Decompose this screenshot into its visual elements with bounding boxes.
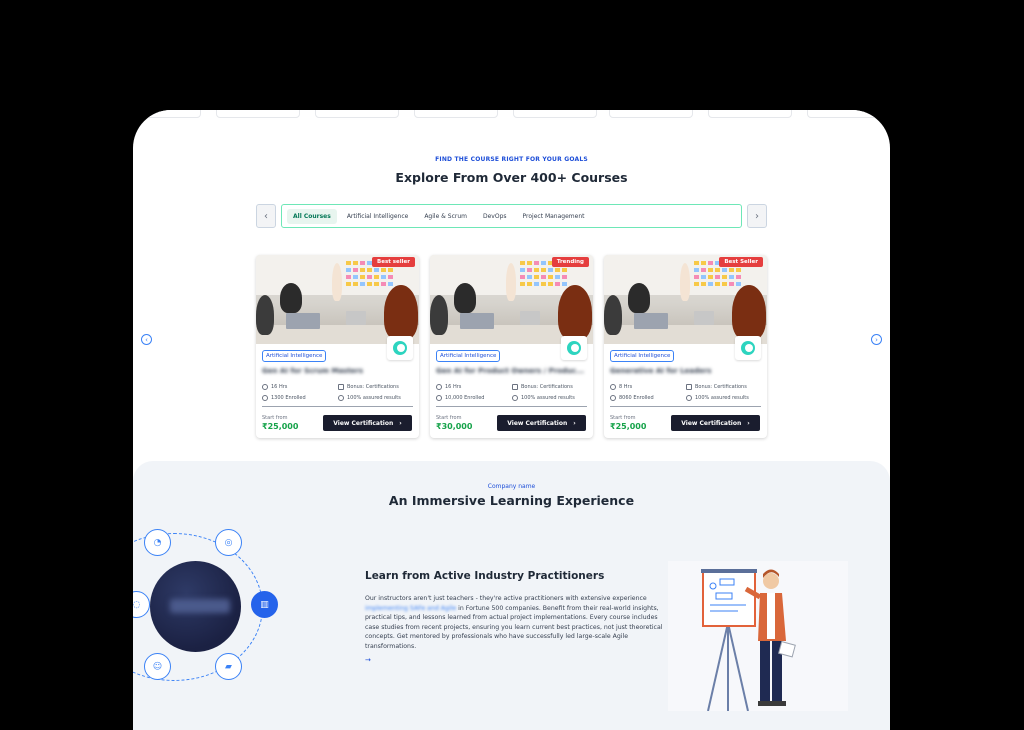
course-image xyxy=(430,255,593,344)
tab-devops[interactable]: DevOps xyxy=(477,209,513,224)
bonus: Bonus: Certifications xyxy=(686,384,747,390)
status-badge: Best Seller xyxy=(719,257,763,267)
top-tab[interactable] xyxy=(708,110,792,118)
feature-description: Our instructors aren't just teachers - t… xyxy=(365,595,663,651)
duration: 8 Hrs xyxy=(610,384,632,390)
divider xyxy=(610,406,761,407)
video-hub[interactable] xyxy=(150,561,241,652)
check-circle-icon xyxy=(338,395,344,401)
category-tag[interactable]: Artificial Intelligence xyxy=(610,350,675,362)
top-tab[interactable] xyxy=(807,110,890,118)
immersive-learning-section: Company name An Immersive Learning Exper… xyxy=(133,461,890,730)
clock-icon xyxy=(610,384,616,390)
users-icon xyxy=(436,395,442,401)
check-circle-icon xyxy=(512,395,518,401)
users-icon xyxy=(610,395,616,401)
provider-logo xyxy=(735,336,761,360)
provider-logo xyxy=(561,336,587,360)
status-badge: Trending xyxy=(551,257,589,267)
course-image xyxy=(256,255,419,344)
section-eyebrow: Company name xyxy=(487,483,536,490)
course-tab-bar: All Courses Artificial Intelligence Agil… xyxy=(281,204,742,228)
chevron-right-icon: › xyxy=(747,419,750,427)
course-card[interactable]: Best Seller Artificial Intelligence Gene… xyxy=(604,255,767,438)
price: ₹25,000 xyxy=(262,422,299,431)
chevron-right-icon: › xyxy=(755,210,759,222)
top-tab-strip xyxy=(133,110,890,120)
course-title[interactable]: Gen AI for Scrum Masters xyxy=(262,367,363,375)
carousel-next-button[interactable]: › xyxy=(871,334,882,345)
top-tab[interactable] xyxy=(216,110,300,118)
price: ₹25,000 xyxy=(610,422,647,431)
view-certification-button[interactable]: View Certification › xyxy=(497,415,586,431)
tab-all-courses[interactable]: All Courses xyxy=(287,208,337,224)
enrolled: 8060 Enrolled xyxy=(610,395,654,401)
clock-icon xyxy=(436,384,442,390)
view-certification-button[interactable]: View Certification › xyxy=(323,415,412,431)
presenter-illustration xyxy=(668,561,848,711)
chevron-right-icon: › xyxy=(573,419,576,427)
tabs-prev-button[interactable]: ‹ xyxy=(256,204,276,228)
bonus: Bonus: Certifications xyxy=(512,384,573,390)
users-icon xyxy=(262,395,268,401)
calendar-icon xyxy=(338,384,344,390)
assured: 100% assured results xyxy=(686,395,749,401)
clock-icon xyxy=(262,384,268,390)
top-tab[interactable] xyxy=(315,110,399,118)
assured: 100% assured results xyxy=(512,395,575,401)
status-badge: Best seller xyxy=(372,257,415,267)
building-icon[interactable]: ▥ xyxy=(251,591,278,618)
top-tab[interactable] xyxy=(133,110,201,118)
tab-artificial-intelligence[interactable]: Artificial Intelligence xyxy=(341,209,415,224)
divider xyxy=(262,406,413,407)
target-icon[interactable]: ◎ xyxy=(215,529,242,556)
top-tab[interactable] xyxy=(513,110,597,118)
category-tag[interactable]: Artificial Intelligence xyxy=(436,350,501,362)
calendar-icon xyxy=(512,384,518,390)
support-icon[interactable]: ☺ xyxy=(144,653,171,680)
course-title[interactable]: Generative AI for Leaders xyxy=(610,367,711,375)
book-icon[interactable]: ▰ xyxy=(215,653,242,680)
start-from-label: Start from xyxy=(610,415,636,421)
feature-title: Learn from Active Industry Practitioners xyxy=(365,570,605,582)
section-title: An Immersive Learning Experience xyxy=(388,493,635,508)
course-card[interactable]: Best seller Artificial Intelligence Gen … xyxy=(256,255,419,438)
duration: 16 Hrs xyxy=(262,384,287,390)
divider xyxy=(436,406,587,407)
start-from-label: Start from xyxy=(262,415,288,421)
category-tag[interactable]: Artificial Intelligence xyxy=(262,350,327,362)
course-card[interactable]: Trending Artificial Intelligence Gen AI … xyxy=(430,255,593,438)
tabs-next-button[interactable]: › xyxy=(747,204,767,228)
bonus: Bonus: Certifications xyxy=(338,384,399,390)
view-certification-button[interactable]: View Certification › xyxy=(671,415,760,431)
globe-icon[interactable]: ◔ xyxy=(144,529,171,556)
tab-project-management[interactable]: Project Management xyxy=(517,209,591,224)
chevron-right-icon: › xyxy=(875,335,878,344)
assured: 100% assured results xyxy=(338,395,401,401)
duration: 16 Hrs xyxy=(436,384,461,390)
start-from-label: Start from xyxy=(436,415,462,421)
course-image xyxy=(604,255,767,344)
enrolled: 1300 Enrolled xyxy=(262,395,306,401)
calendar-icon xyxy=(686,384,692,390)
top-tab[interactable] xyxy=(414,110,498,118)
chevron-left-icon: ‹ xyxy=(264,210,268,222)
carousel-prev-button[interactable]: ‹ xyxy=(141,334,152,345)
top-tab[interactable] xyxy=(609,110,693,118)
tab-agile-scrum[interactable]: Agile & Scrum xyxy=(418,209,473,224)
course-title[interactable]: Gen AI for Product Owners / Produc... xyxy=(436,367,584,375)
section-title: Explore From Over 400+ Courses xyxy=(395,170,628,185)
arrow-right-icon[interactable]: → xyxy=(365,656,371,664)
section-eyebrow: FIND THE COURSE RIGHT FOR YOUR GOALS xyxy=(435,156,588,163)
check-circle-icon xyxy=(686,395,692,401)
enrolled: 10,000 Enrolled xyxy=(436,395,484,401)
price: ₹30,000 xyxy=(436,422,473,431)
provider-logo xyxy=(387,336,413,360)
device-frame: FIND THE COURSE RIGHT FOR YOUR GOALS Exp… xyxy=(133,110,890,730)
chevron-right-icon: › xyxy=(399,419,402,427)
chevron-left-icon: ‹ xyxy=(145,335,148,344)
